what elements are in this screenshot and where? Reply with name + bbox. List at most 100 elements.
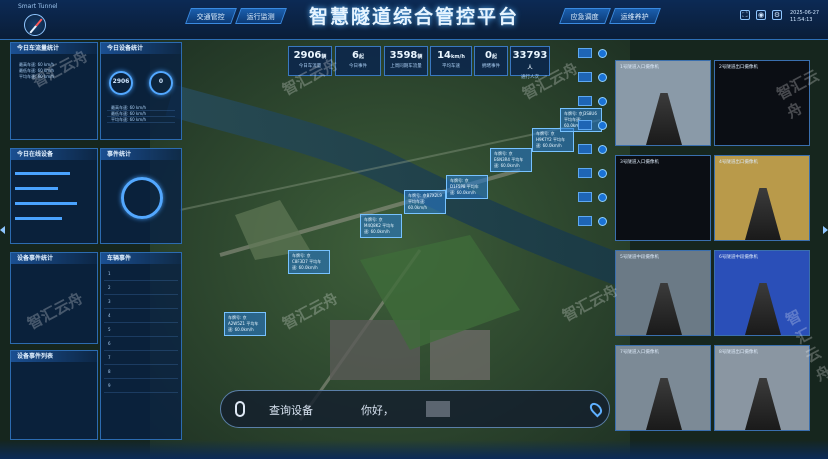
donut-chart [121,177,163,219]
left-panel-6: 车辆事件 123456789 [100,252,182,440]
vehicle-tag[interactable]: 车牌号: 京B7X2L9 平均车速: 60.0km/h [404,190,446,214]
voice-search-bar[interactable]: 查询设备 你好， [220,390,610,428]
bottom-bar [0,440,828,459]
camera-feed[interactable]: 7号隧道入口摄像机 [615,345,711,431]
table-row[interactable]: 2 [104,281,178,295]
map-marker-icon[interactable] [598,217,607,226]
date-text: 2025-06-27 [790,10,820,16]
camera-feed[interactable]: 8号隧道出口摄像机 [714,345,810,431]
table-row[interactable]: 7 [104,351,178,365]
panel-bars [11,160,97,224]
settings-icon[interactable]: ⚙ [772,10,782,20]
nav-tab-maintenance[interactable]: 运维养护 [609,8,661,24]
speed-list: 最高车速: 60 km/h 最低车速: 60 km/h 平均车速: 60 km/… [107,105,175,123]
table-row[interactable]: 3 [104,295,178,309]
bar [15,217,62,220]
fullscreen-icon[interactable]: ⛶ [740,10,750,20]
masked-name [426,401,450,417]
map-marker-icon[interactable] [598,169,607,178]
panel-title: 设备事件列表 [11,351,97,362]
datetime: 2025-06-27 11:54:13 [790,10,819,24]
camera-feed[interactable]: 1号隧道入口摄像机 [615,60,711,146]
bar [15,202,78,205]
stat-value: 3598辆 [389,50,423,61]
map-marker-icon[interactable] [598,121,607,130]
top-toolbar: ⛶ ◉ ⚙ [740,10,782,20]
stat-value: 33793人 [512,50,548,71]
table-row[interactable]: 4 [104,309,178,323]
map-layer-button[interactable] [578,48,592,58]
table-row[interactable]: 8 [104,365,178,379]
collapse-right-arrow-icon[interactable] [823,226,828,234]
map-marker-icon[interactable] [598,73,607,82]
table-row[interactable]: 9 [104,379,178,393]
panel-title: 今日设备统计 [101,43,181,54]
tunnel-road [745,378,781,430]
tunnel-road [745,188,781,240]
gauge-value: 2906 [112,78,130,85]
top-bar: Smart Tunnel 交通管控 运行监测 智慧隧道综合管控平台 应急调度 运… [0,0,828,40]
map-layer-button[interactable] [578,96,592,106]
camera-title: 1号隧道入口摄像机 [620,65,659,70]
map-marker-icon[interactable] [598,49,607,58]
vehicle-tag[interactable]: 车牌号: 京E6N3R4 平均车速: 60.0km/h [490,148,532,172]
search-placeholder[interactable]: 查询设备 [269,402,313,418]
map-marker-icon[interactable] [598,193,607,202]
stat-label: 今日事件 [349,64,367,69]
user-icon[interactable]: ◉ [756,10,766,20]
collapse-left-arrow-icon[interactable] [0,226,5,234]
stat-value: 6起 [352,50,364,61]
page-title: 智慧隧道综合管控平台 [308,6,519,28]
camera-title: 7号隧道入口摄像机 [620,350,659,355]
vehicle-tag[interactable]: 车牌号: 京M4Q8K2 平均车速: 60.0km/h [360,214,402,238]
map-marker-icon[interactable] [598,145,607,154]
map-layer-button[interactable] [578,216,592,226]
camera-title: 2号隧道出口摄像机 [719,65,758,70]
compass-icon[interactable] [24,14,46,36]
vehicle-tag[interactable]: 车牌号: 京C8F3D7 平均车速: 60.0km/h [288,250,330,274]
nav-tab-traffic[interactable]: 交通管控 [185,8,237,24]
gauge-value: 0 [158,78,164,85]
camera-feed[interactable]: 4号隧道出口摄像机 [714,155,810,241]
table-row[interactable]: 5 [104,323,178,337]
vehicle-tag[interactable]: 车牌号: 京A2W5Z1 平均车速: 60.0km/h [224,312,266,336]
microphone-icon[interactable] [235,401,245,417]
camera-feed[interactable]: 3号隧道入口摄像机 [615,155,711,241]
left-panel-7: 设备事件列表 [10,350,98,440]
panel-title: 设备事件统计 [11,253,97,264]
map-marker-icon[interactable] [598,97,607,106]
stat-card: 14km/h 平均车速 [430,46,472,76]
dashboard-screen: Smart Tunnel 交通管控 运行监测 智慧隧道综合管控平台 应急调度 运… [0,0,828,459]
table-row[interactable]: 6 [104,337,178,351]
panel-title: 车辆事件 [101,253,181,264]
line: 平均车速: 60 km/h [107,117,175,123]
table-row[interactable]: 1 [104,267,178,281]
left-panel-4: 事件统计 [100,148,182,244]
stat-label: 上周同期车流量 [390,64,422,69]
map-layer-button[interactable] [578,144,592,154]
stat-label: 拥堵事件 [482,64,500,69]
tunnel-road [646,93,682,145]
bar [15,172,70,175]
nav-tab-emergency[interactable]: 应急调度 [559,8,611,24]
stat-label: 平均车速 [442,64,460,69]
left-panel-3: 今日在线设备 [10,148,98,244]
map-layer-button[interactable] [578,192,592,202]
map-layer-button[interactable] [578,168,592,178]
camera-title: 6号隧道中段摄像机 [719,255,758,260]
stat-card: 0起 拥堵事件 [474,46,508,76]
stat-card: 3598辆上周同期车流量 [384,46,428,76]
tunnel-road [646,378,682,430]
panel-title: 事件统计 [101,149,181,160]
time-text: 11:54:13 [790,17,813,23]
greeting-text: 你好， [361,404,394,417]
camera-title: 8号隧道出口摄像机 [719,350,758,355]
vehicle-tag[interactable]: 车牌号: 京D1F5P8 平均车速: 60.0km/h [446,175,488,199]
window-title: Smart Tunnel [18,3,58,10]
map-layer-button[interactable] [578,120,592,130]
camera-feed[interactable]: 5号隧道中段摄像机 [615,250,711,336]
stat-card: 6起今日事件 [335,46,381,76]
tunnel-road [745,283,781,335]
left-panel-2: 今日设备统计 2906 0 最高车速: 60 km/h 最低车速: 60 km/… [100,42,182,140]
location-pin-icon[interactable] [587,400,605,418]
